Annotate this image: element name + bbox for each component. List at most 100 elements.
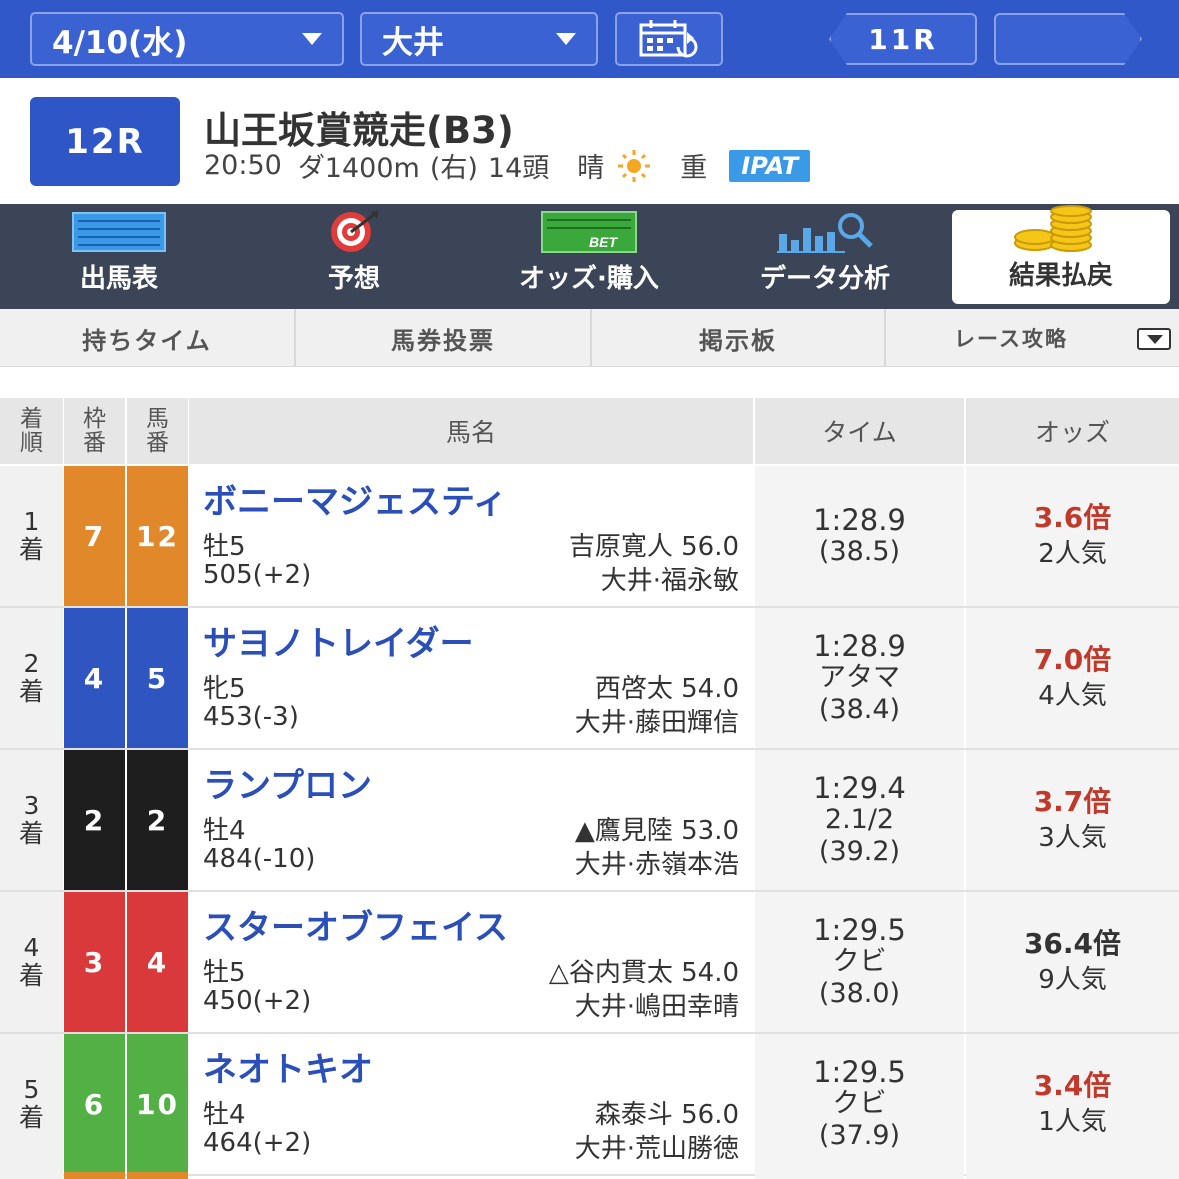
trainer: 大井·藤田輝信 xyxy=(574,708,739,738)
venue-select[interactable]: 大井 xyxy=(360,12,598,66)
col-header-uma: 馬 番 xyxy=(127,398,188,464)
horse-sex-age: 牡5 xyxy=(203,958,246,988)
subtab-betting[interactable]: 馬券投票 xyxy=(296,309,592,367)
rank-number: 3 xyxy=(23,791,40,820)
horse-name-link[interactable]: ボニーマジェスティ xyxy=(203,474,507,523)
tab-prediction[interactable]: 予想 xyxy=(270,204,438,309)
finish-time: 1:29.4 xyxy=(813,771,906,805)
finish-margin: 2.1/2 xyxy=(824,804,895,835)
tab-odds-purchase[interactable]: BET オッズ·購入 xyxy=(492,204,686,309)
time-cell: 1:29.5 クビ (37.9) xyxy=(755,1034,964,1174)
time-cell: 1:28.9 (38.5) xyxy=(755,466,964,606)
uma-number: 2 xyxy=(127,750,188,890)
coins-icon xyxy=(1011,205,1111,255)
prev-race-label: 11R xyxy=(868,22,938,56)
table-row[interactable]: 5 着 6 10 ネオトキオ 牡4 464(+2) 森泰斗 56.0 大井·荒山勝徳 1:29.5… xyxy=(0,1034,1179,1176)
waku-number: 3 xyxy=(64,892,125,1032)
horse-sex-age: 牡4 xyxy=(203,1100,246,1130)
chevron-down-icon[interactable] xyxy=(1137,328,1171,350)
odds-cell: 3.6倍 2人気 xyxy=(966,466,1179,606)
race-weather: 晴 xyxy=(577,153,605,184)
last-3f: (38.5) xyxy=(818,536,901,567)
main-nav: 出馬表 予想 BET オッズ·購入 データ分析 結果払戻 xyxy=(0,204,1179,309)
race-runners: 14頭 xyxy=(487,153,550,184)
table-row[interactable]: 2 着 4 5 サヨノトレイダー 牝5 453(-3) 西啓太 54.0 大井·藤田輝信 1:28… xyxy=(0,608,1179,750)
odds-cell: 7.0倍 4人気 xyxy=(966,608,1179,748)
popularity: 2人気 xyxy=(1038,539,1107,569)
finish-time: 1:28.9 xyxy=(813,503,906,537)
rank-suffix: 着 xyxy=(18,961,44,990)
ipat-badge[interactable]: IPAT xyxy=(729,149,811,182)
col-header-horse: 馬名 xyxy=(189,398,753,464)
rank-cell: 3着 xyxy=(0,750,63,890)
col-header-rank: 着 順 xyxy=(0,398,63,464)
odds-value: 7.0倍 xyxy=(1033,643,1112,676)
col-header-waku: 枠 番 xyxy=(64,398,125,464)
rank-suffix: 着 xyxy=(18,535,44,564)
col-header-time: タイム xyxy=(755,398,964,464)
horse-name-link[interactable]: ネオトキオ xyxy=(203,1042,373,1091)
race-number-badge: 12R xyxy=(30,97,180,186)
race-start-time: 20:50 xyxy=(204,150,282,181)
tab-data-analysis[interactable]: データ分析 xyxy=(722,204,928,309)
waku-number: 4 xyxy=(64,608,125,748)
last-3f: (38.0) xyxy=(818,978,901,1009)
horse-sex-age: 牡4 xyxy=(203,816,246,846)
subtab-best-time[interactable]: 持ちタイム xyxy=(0,309,296,367)
odds-cell: 3.7倍 3人気 xyxy=(966,750,1179,890)
tab-results-payout[interactable]: 結果払戻 xyxy=(952,205,1170,304)
race-course: ダ1400m xyxy=(297,153,420,184)
time-cell: 1:28.9 アタマ (38.4) xyxy=(755,608,964,748)
popularity: 4人気 xyxy=(1038,681,1107,711)
subtab-race-strategy[interactable]: レース攻略 xyxy=(886,309,1136,367)
bet-icon: BET xyxy=(539,210,639,254)
table-row[interactable]: 4 着 3 4 スターオブフェイス 牡5 450(+2) △谷内貫太 54.0 大井·嶋田幸晴 1… xyxy=(0,892,1179,1034)
tab-odds-purchase-label: オッズ·購入 xyxy=(519,264,659,294)
date-select[interactable]: 4/10(水) xyxy=(30,12,344,66)
odds-value: 3.6倍 xyxy=(1033,501,1112,534)
horse-sex-age: 牡5 xyxy=(203,532,246,562)
horse-name-link[interactable]: スターオブフェイス xyxy=(203,900,508,949)
finish-margin: クビ xyxy=(832,946,887,977)
rank-number: 5 xyxy=(23,1075,40,1104)
trainer: 大井·荒山勝徳 xyxy=(574,1134,739,1164)
uma-number: 5 xyxy=(127,608,188,748)
prev-race-button[interactable]: 11R xyxy=(829,13,977,65)
uma-cell-partial xyxy=(127,1172,188,1179)
horse-weight: 505(+2) xyxy=(203,560,312,590)
tab-race-card-label: 出馬表 xyxy=(79,264,158,294)
horse-weight: 450(+2) xyxy=(203,986,312,1016)
horse-name-link[interactable]: サヨノトレイダー xyxy=(203,616,474,665)
popularity: 1人気 xyxy=(1038,1107,1107,1137)
table-row[interactable]: 1 着 7 12 ボニーマジェスティ 牡5 505(+2) 吉原寛人 56.0 大井·福永敏 1:… xyxy=(0,466,1179,608)
popularity: 3人気 xyxy=(1038,823,1107,853)
horse-name-link[interactable]: ランプロン xyxy=(203,758,372,807)
rank-cell: 1着 xyxy=(0,466,63,606)
table-row[interactable]: 3 着 2 2 ランプロン 牡4 484(-10) ▲鷹見陸 53.0 大井·赤嶺本浩 1:29.… xyxy=(0,750,1179,892)
odds-value: 3.4倍 xyxy=(1033,1069,1112,1102)
finish-time: 1:29.5 xyxy=(813,1055,906,1089)
subtab-message-board[interactable]: 掲示板 xyxy=(592,309,886,367)
odds-cell: 36.4倍 9人気 xyxy=(966,892,1179,1032)
rank-suffix: 着 xyxy=(18,1103,44,1132)
calendar-button[interactable] xyxy=(615,12,723,66)
horse-cell: ランプロン 牡4 484(-10) ▲鷹見陸 53.0 大井·赤嶺本浩 xyxy=(189,750,753,890)
last-3f: (38.4) xyxy=(818,694,901,725)
next-race-button[interactable] xyxy=(994,13,1142,65)
tab-race-card[interactable]: 出馬表 xyxy=(30,204,208,309)
rank-cell: 4着 xyxy=(0,892,63,1032)
race-direction: (右) xyxy=(429,153,478,184)
rank-number: 4 xyxy=(23,933,40,962)
col-header-odds: オッズ xyxy=(966,398,1179,464)
tab-data-analysis-label: データ分析 xyxy=(759,264,890,294)
horse-weight: 453(-3) xyxy=(203,702,299,732)
chevron-down-icon xyxy=(302,33,322,45)
waku-cell-partial xyxy=(64,1172,125,1179)
sub-nav: 持ちタイム 馬券投票 掲示板 レース攻略 xyxy=(0,309,1179,367)
date-select-value: 4/10(水) xyxy=(52,24,188,61)
uma-number: 4 xyxy=(127,892,188,1032)
rank-cell: 5着 xyxy=(0,1034,63,1174)
waku-number: 2 xyxy=(64,750,125,890)
svg-text:BET: BET xyxy=(589,234,618,250)
tab-prediction-label: 予想 xyxy=(327,264,380,294)
